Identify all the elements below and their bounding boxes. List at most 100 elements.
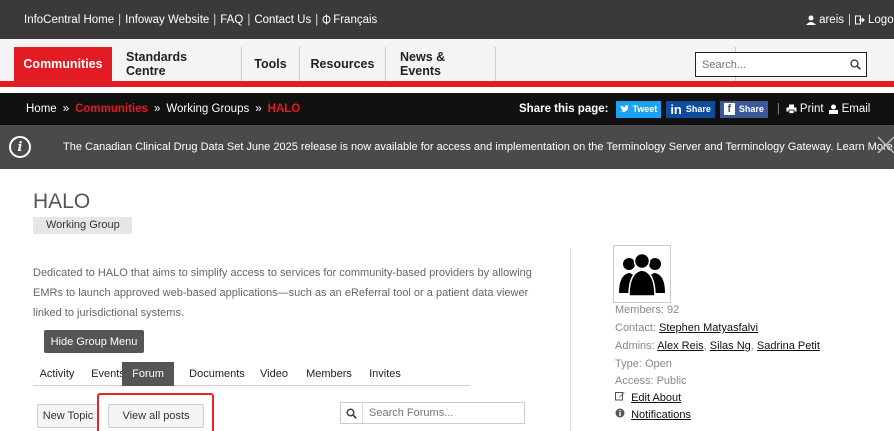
description-line: linked to jurisdictional systems. bbox=[33, 307, 185, 319]
user-name-link[interactable]: areis bbox=[819, 14, 844, 26]
share-tools: Share this page: Tweet in Share f Share … bbox=[519, 93, 870, 125]
email-link[interactable]: Email bbox=[828, 103, 871, 115]
nav-news-events[interactable]: News & Events bbox=[386, 47, 496, 81]
group-icon bbox=[617, 251, 667, 297]
forum-search bbox=[340, 402, 525, 424]
user-icon bbox=[806, 15, 817, 25]
breadcrumb-home[interactable]: Home bbox=[26, 103, 57, 115]
forum-search-input[interactable] bbox=[363, 407, 513, 419]
tab-activity[interactable]: Activity bbox=[33, 362, 81, 386]
logout-icon bbox=[855, 15, 865, 25]
breadcrumb-arrow: » bbox=[62, 103, 70, 115]
notifications-row: Notifications bbox=[615, 408, 691, 421]
separator: | bbox=[213, 13, 217, 26]
tab-video[interactable]: Video bbox=[254, 362, 294, 386]
breadcrumb-working-groups[interactable]: Working Groups bbox=[166, 103, 249, 115]
tab-members[interactable]: Members bbox=[303, 362, 355, 386]
logout-link[interactable]: Logou bbox=[855, 14, 894, 26]
language-icon bbox=[322, 14, 331, 25]
breadcrumb-arrow: » bbox=[153, 103, 161, 115]
nav-standards-centre[interactable]: Standards Centre bbox=[112, 47, 242, 81]
highlight-box bbox=[97, 393, 214, 431]
type-label: Type: bbox=[615, 358, 642, 370]
separator: | bbox=[118, 13, 122, 26]
francais-link[interactable]: Français bbox=[322, 14, 377, 26]
group-type-badge: Working Group bbox=[33, 217, 132, 234]
twitter-icon bbox=[620, 105, 630, 113]
hide-group-menu-button[interactable]: Hide Group Menu bbox=[44, 330, 144, 353]
print-icon bbox=[786, 104, 797, 114]
email-icon bbox=[828, 104, 839, 114]
access-label: Access: bbox=[615, 375, 654, 387]
info-icon: i bbox=[9, 136, 31, 158]
tweet-label: Tweet bbox=[632, 104, 658, 114]
notifications-link[interactable]: Notifications bbox=[631, 409, 691, 421]
breadcrumb: Home » Communities » Working Groups » HA… bbox=[26, 103, 300, 115]
edit-icon bbox=[615, 391, 628, 404]
breadcrumb-bar: Home » Communities » Working Groups » HA… bbox=[0, 93, 894, 125]
search-icon[interactable] bbox=[341, 403, 363, 423]
site-search bbox=[695, 52, 867, 77]
main-nav-items: Communities Standards Centre Tools Resou… bbox=[14, 47, 736, 81]
group-avatar bbox=[613, 245, 671, 303]
edit-about-link[interactable]: Edit About bbox=[631, 392, 681, 404]
infoway-website-link[interactable]: Infoway Website bbox=[125, 14, 209, 26]
print-link[interactable]: Print bbox=[786, 103, 824, 115]
utility-bar: InfoCentral Home | Infoway Website | FAQ… bbox=[0, 0, 894, 39]
page-title: HALO bbox=[33, 190, 91, 213]
members-value: 92 bbox=[666, 304, 680, 316]
francais-label: Français bbox=[333, 13, 378, 26]
facebook-share-label: Share bbox=[738, 104, 764, 114]
contact-label: Contact: bbox=[615, 322, 656, 334]
contact-link[interactable]: Stephen Matyasfalvi bbox=[659, 322, 758, 334]
breadcrumb-arrow: » bbox=[255, 103, 262, 115]
type-row: Type: Open bbox=[615, 358, 672, 370]
nav-tools[interactable]: Tools bbox=[242, 47, 300, 81]
admins-label: Admins: bbox=[615, 340, 655, 352]
nav-resources[interactable]: Resources bbox=[300, 47, 386, 81]
separator: | bbox=[247, 13, 251, 26]
breadcrumb-current: HALO bbox=[267, 103, 301, 115]
facebook-share-button[interactable]: f Share bbox=[719, 100, 768, 118]
close-icon[interactable] bbox=[876, 135, 894, 158]
logout-label: Logou bbox=[868, 13, 894, 26]
access-row: Access: Public bbox=[615, 375, 687, 387]
group-description: Dedicated to HALO that aims to simplify … bbox=[33, 263, 553, 323]
description-line: EMRs to launch approved web-based applic… bbox=[33, 287, 529, 299]
linkedin-icon: in bbox=[670, 101, 682, 117]
tab-invites[interactable]: Invites bbox=[363, 362, 407, 386]
admin-link[interactable]: Silas Ng bbox=[710, 340, 751, 352]
breadcrumb-communities[interactable]: Communities bbox=[75, 103, 148, 115]
announcement-link[interactable]: The Canadian Clinical Drug Data Set June… bbox=[63, 141, 894, 153]
search-icon[interactable] bbox=[844, 59, 866, 70]
admin-link[interactable]: Alex Reis bbox=[657, 340, 703, 352]
tweet-button[interactable]: Tweet bbox=[616, 100, 662, 118]
members-label: Members: bbox=[615, 304, 664, 316]
faq-link[interactable]: FAQ bbox=[220, 14, 243, 26]
email-label: Email bbox=[841, 103, 871, 115]
infocentral-home-link[interactable]: InfoCentral Home bbox=[24, 14, 114, 26]
access-value: Public bbox=[656, 375, 687, 387]
contact-us-link[interactable]: Contact Us bbox=[254, 14, 311, 26]
announcement-banner: i The Canadian Clinical Drug Data Set Ju… bbox=[0, 125, 894, 169]
new-topic-button[interactable]: New Topic bbox=[37, 404, 99, 428]
nav-communities[interactable]: Communities bbox=[14, 47, 112, 81]
separator: | bbox=[776, 103, 780, 115]
site-search-input[interactable] bbox=[696, 58, 844, 71]
info-circle-icon bbox=[615, 408, 628, 421]
type-value: Open bbox=[644, 358, 672, 370]
utility-links: InfoCentral Home | Infoway Website | FAQ… bbox=[24, 14, 377, 26]
group-tabs: Activity Events Forum Documents Video Me… bbox=[33, 362, 470, 386]
separator: | bbox=[848, 13, 852, 26]
tab-documents[interactable]: Documents bbox=[184, 362, 250, 386]
facebook-icon: f bbox=[723, 103, 735, 115]
user-area: areis | Logou bbox=[806, 0, 894, 39]
linkedin-share-button[interactable]: in Share bbox=[666, 100, 715, 118]
description-line: Dedicated to HALO that aims to simplify … bbox=[33, 267, 532, 279]
share-label: Share this page: bbox=[519, 103, 609, 115]
admin-link[interactable]: Sadrina Petit bbox=[757, 340, 820, 352]
edit-about-row: Edit About bbox=[615, 391, 681, 404]
separator: | bbox=[315, 13, 319, 26]
admins-row: Admins: Alex Reis, Silas Ng, Sadrina Pet… bbox=[615, 340, 820, 352]
tab-forum[interactable]: Forum bbox=[122, 362, 174, 386]
